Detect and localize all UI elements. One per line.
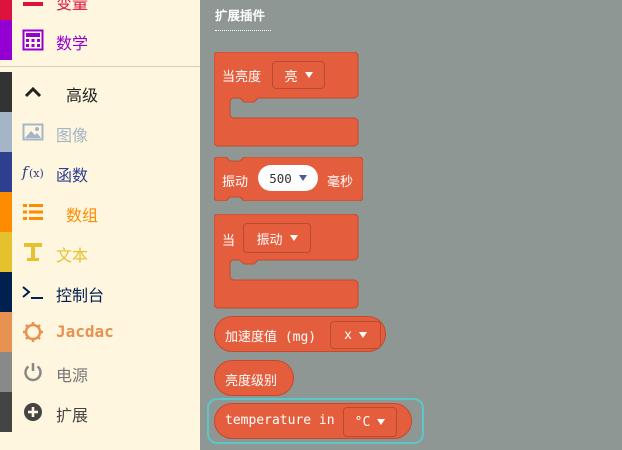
category-color-bar: [0, 232, 12, 272]
category-images[interactable]: 图像: [0, 112, 200, 152]
category-advanced[interactable]: 高级: [0, 72, 200, 112]
on-brightness-block[interactable]: 当亮度 亮: [214, 52, 360, 148]
category-jacdac[interactable]: Jacdac: [0, 312, 200, 352]
heading-underline: [215, 30, 271, 31]
category-label: 高级: [66, 86, 99, 105]
category-extensions[interactable]: 扩展: [0, 392, 200, 432]
chevron-down-icon: [377, 419, 386, 425]
category-label: 数学: [56, 34, 89, 53]
category-color-bar: [0, 0, 12, 20]
block-label: temperature in: [225, 413, 335, 428]
category-label: 数组: [66, 206, 99, 225]
temperature-block[interactable]: temperature in °C: [214, 403, 412, 439]
axis-dropdown[interactable]: x: [330, 321, 381, 349]
unit-dropdown[interactable]: °C: [343, 407, 397, 437]
brightness-level-block[interactable]: 亮度级别: [214, 360, 294, 396]
category-label: 函数: [56, 166, 89, 185]
category-color-bar: [0, 20, 12, 60]
chevron-down-icon: [304, 72, 313, 78]
blocks-workspace[interactable]: 扩展插件 当亮度 亮 振动 500 毫秒 当 振动 加速度值 (mg) x 亮度…: [200, 0, 622, 450]
category-color-bar: [0, 312, 12, 352]
category-label: 文本: [56, 246, 89, 265]
console-icon: [20, 279, 46, 305]
category-variables[interactable]: 变量: [0, 0, 200, 20]
category-color-bar: [0, 72, 12, 112]
on-vibration-block[interactable]: 当 振动: [214, 214, 360, 310]
dropdown-value: 亮: [284, 69, 298, 85]
dropdown-value: °C: [354, 414, 371, 430]
sidebar-divider: [0, 66, 200, 67]
category-functions[interactable]: f (x) 函数: [0, 152, 200, 192]
block-label: 振动: [222, 175, 249, 190]
image-icon: [20, 119, 46, 145]
dropdown-value: 振动: [256, 232, 283, 248]
category-power[interactable]: 电源: [0, 352, 200, 392]
dropdown-value: x: [344, 327, 352, 343]
category-arrays[interactable]: 数组: [0, 192, 200, 232]
svg-text:(x): (x): [29, 167, 44, 180]
category-color-bar: [0, 192, 12, 232]
category-text[interactable]: 文本: [0, 232, 200, 272]
text-icon: [20, 239, 46, 265]
chevron-up-icon: [20, 79, 46, 105]
category-color-bar: [0, 272, 12, 312]
vibrate-block[interactable]: 振动 500 毫秒: [214, 157, 363, 201]
category-math[interactable]: 数学: [0, 20, 200, 60]
acceleration-block[interactable]: 加速度值 (mg) x: [214, 316, 386, 352]
category-console[interactable]: 控制台: [0, 272, 200, 312]
brightness-dropdown[interactable]: 亮: [272, 61, 325, 89]
category-color-bar: [0, 352, 12, 392]
block-label: 加速度值 (mg): [225, 330, 317, 345]
duration-input[interactable]: 500: [258, 165, 318, 191]
category-label: 图像: [56, 126, 89, 145]
category-color-bar: [0, 152, 12, 192]
category-label: 变量: [56, 0, 89, 13]
category-label: 控制台: [56, 286, 105, 305]
jacdac-icon: [20, 319, 46, 345]
array-icon: [20, 199, 46, 225]
chevron-down-icon: [289, 235, 298, 241]
toolbox-sidebar: 变量 数学 高级 图像 f (x) 函数 数组 文本 控制台 Jacdac 电源…: [0, 0, 200, 450]
extensions-icon: [20, 399, 46, 425]
category-color-bar: [0, 112, 12, 152]
variables-icon: [20, 0, 46, 13]
block-label: 亮度级别: [225, 374, 278, 389]
math-icon: [20, 27, 46, 53]
category-label: 扩展: [56, 406, 89, 425]
block-label: 当亮度: [222, 70, 262, 85]
block-label: 当: [222, 234, 236, 249]
duration-value: 500: [269, 170, 292, 186]
power-icon: [20, 359, 46, 385]
function-icon: f (x): [20, 159, 46, 185]
unit-label: 毫秒: [327, 175, 354, 190]
category-label: Jacdac: [56, 322, 114, 341]
flyout-heading: 扩展插件: [215, 8, 266, 23]
category-label: 电源: [56, 366, 89, 385]
chevron-down-icon: [298, 175, 307, 181]
chevron-down-icon: [358, 332, 367, 338]
vibration-dropdown[interactable]: 振动: [243, 223, 311, 253]
category-color-bar: [0, 392, 12, 432]
